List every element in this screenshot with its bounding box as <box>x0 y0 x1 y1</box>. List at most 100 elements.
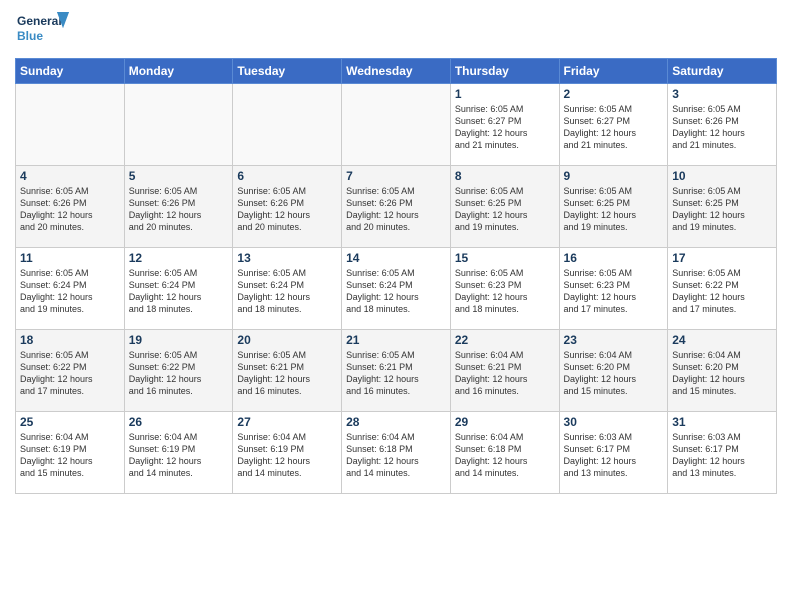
svg-text:Blue: Blue <box>17 29 43 43</box>
day-detail: Sunrise: 6:05 AM Sunset: 6:24 PM Dayligh… <box>346 267 446 316</box>
day-detail: Sunrise: 6:05 AM Sunset: 6:22 PM Dayligh… <box>672 267 772 316</box>
day-detail: Sunrise: 6:04 AM Sunset: 6:19 PM Dayligh… <box>129 431 229 480</box>
day-number: 22 <box>455 333 555 347</box>
calendar-cell: 27 Sunrise: 6:04 AM Sunset: 6:19 PM Dayli… <box>233 412 342 494</box>
calendar-cell <box>124 84 233 166</box>
day-detail: Sunrise: 6:05 AM Sunset: 6:26 PM Dayligh… <box>672 103 772 152</box>
calendar-cell: 4 Sunrise: 6:05 AM Sunset: 6:26 PM Daylig… <box>16 166 125 248</box>
svg-text:General: General <box>17 14 62 28</box>
day-detail: Sunrise: 6:05 AM Sunset: 6:22 PM Dayligh… <box>20 349 120 398</box>
calendar-cell: 20 Sunrise: 6:05 AM Sunset: 6:21 PM Dayli… <box>233 330 342 412</box>
day-detail: Sunrise: 6:05 AM Sunset: 6:24 PM Dayligh… <box>129 267 229 316</box>
day-number: 28 <box>346 415 446 429</box>
calendar-cell: 6 Sunrise: 6:05 AM Sunset: 6:26 PM Daylig… <box>233 166 342 248</box>
calendar-cell: 12 Sunrise: 6:05 AM Sunset: 6:24 PM Dayli… <box>124 248 233 330</box>
day-detail: Sunrise: 6:05 AM Sunset: 6:25 PM Dayligh… <box>564 185 664 234</box>
day-number: 18 <box>20 333 120 347</box>
day-number: 24 <box>672 333 772 347</box>
day-number: 10 <box>672 169 772 183</box>
calendar-cell: 30Sunrise: 6:03 AM Sunset: 6:17 PM Dayli… <box>559 412 668 494</box>
calendar-cell: 21 Sunrise: 6:05 AM Sunset: 6:21 PM Dayli… <box>342 330 451 412</box>
calendar-cell: 5 Sunrise: 6:05 AM Sunset: 6:26 PM Daylig… <box>124 166 233 248</box>
day-number: 4 <box>20 169 120 183</box>
calendar-cell: 3 Sunrise: 6:05 AM Sunset: 6:26 PM Daylig… <box>668 84 777 166</box>
day-number: 21 <box>346 333 446 347</box>
day-detail: Sunrise: 6:05 AM Sunset: 6:21 PM Dayligh… <box>237 349 337 398</box>
calendar-cell: 26 Sunrise: 6:04 AM Sunset: 6:19 PM Dayli… <box>124 412 233 494</box>
calendar-cell: 17Sunrise: 6:05 AM Sunset: 6:22 PM Dayli… <box>668 248 777 330</box>
calendar-cell: 9 Sunrise: 6:05 AM Sunset: 6:25 PM Daylig… <box>559 166 668 248</box>
day-detail: Sunrise: 6:05 AM Sunset: 6:26 PM Dayligh… <box>20 185 120 234</box>
calendar-cell: 24Sunrise: 6:04 AM Sunset: 6:20 PM Dayli… <box>668 330 777 412</box>
calendar-cell: 28 Sunrise: 6:04 AM Sunset: 6:18 PM Dayli… <box>342 412 451 494</box>
day-detail: Sunrise: 6:05 AM Sunset: 6:23 PM Dayligh… <box>455 267 555 316</box>
day-detail: Sunrise: 6:05 AM Sunset: 6:23 PM Dayligh… <box>564 267 664 316</box>
day-detail: Sunrise: 6:05 AM Sunset: 6:26 PM Dayligh… <box>346 185 446 234</box>
day-number: 2 <box>564 87 664 101</box>
day-number: 7 <box>346 169 446 183</box>
logo: General Blue <box>15 10 70 52</box>
day-number: 14 <box>346 251 446 265</box>
day-number: 26 <box>129 415 229 429</box>
day-number: 25 <box>20 415 120 429</box>
day-number: 19 <box>129 333 229 347</box>
calendar-cell <box>16 84 125 166</box>
day-detail: Sunrise: 6:04 AM Sunset: 6:18 PM Dayligh… <box>346 431 446 480</box>
day-number: 11 <box>20 251 120 265</box>
calendar-cell: 14 Sunrise: 6:05 AM Sunset: 6:24 PM Dayli… <box>342 248 451 330</box>
day-number: 3 <box>672 87 772 101</box>
day-detail: Sunrise: 6:05 AM Sunset: 6:26 PM Dayligh… <box>237 185 337 234</box>
calendar-cell: 1 Sunrise: 6:05 AM Sunset: 6:27 PM Daylig… <box>450 84 559 166</box>
calendar-cell: 18 Sunrise: 6:05 AM Sunset: 6:22 PM Dayli… <box>16 330 125 412</box>
day-number: 5 <box>129 169 229 183</box>
calendar-cell: 29 Sunrise: 6:04 AM Sunset: 6:18 PM Dayli… <box>450 412 559 494</box>
calendar-table: SundayMondayTuesdayWednesdayThursdayFrid… <box>15 58 777 494</box>
weekday-header-wednesday: Wednesday <box>342 59 451 84</box>
weekday-header-saturday: Saturday <box>668 59 777 84</box>
calendar-cell: 15 Sunrise: 6:05 AM Sunset: 6:23 PM Dayli… <box>450 248 559 330</box>
calendar-cell: 13 Sunrise: 6:05 AM Sunset: 6:24 PM Dayli… <box>233 248 342 330</box>
day-detail: Sunrise: 6:05 AM Sunset: 6:21 PM Dayligh… <box>346 349 446 398</box>
day-number: 27 <box>237 415 337 429</box>
day-number: 9 <box>564 169 664 183</box>
calendar-cell: 10 Sunrise: 6:05 AM Sunset: 6:25 PM Dayli… <box>668 166 777 248</box>
day-number: 31 <box>672 415 772 429</box>
day-number: 1 <box>455 87 555 101</box>
day-detail: Sunrise: 6:03 AM Sunset: 6:17 PM Dayligh… <box>672 431 772 480</box>
day-number: 20 <box>237 333 337 347</box>
calendar-cell: 7 Sunrise: 6:05 AM Sunset: 6:26 PM Daylig… <box>342 166 451 248</box>
day-detail: Sunrise: 6:05 AM Sunset: 6:22 PM Dayligh… <box>129 349 229 398</box>
calendar-cell: 31 Sunrise: 6:03 AM Sunset: 6:17 PM Dayli… <box>668 412 777 494</box>
day-detail: Sunrise: 6:05 AM Sunset: 6:25 PM Dayligh… <box>455 185 555 234</box>
day-detail: Sunrise: 6:04 AM Sunset: 6:20 PM Dayligh… <box>564 349 664 398</box>
day-number: 16 <box>564 251 664 265</box>
day-detail: Sunrise: 6:05 AM Sunset: 6:27 PM Dayligh… <box>455 103 555 152</box>
day-detail: Sunrise: 6:05 AM Sunset: 6:24 PM Dayligh… <box>237 267 337 316</box>
calendar-cell: 25Sunrise: 6:04 AM Sunset: 6:19 PM Dayli… <box>16 412 125 494</box>
calendar-cell: 19 Sunrise: 6:05 AM Sunset: 6:22 PM Dayli… <box>124 330 233 412</box>
day-number: 8 <box>455 169 555 183</box>
day-number: 6 <box>237 169 337 183</box>
day-detail: Sunrise: 6:04 AM Sunset: 6:19 PM Dayligh… <box>237 431 337 480</box>
weekday-header-monday: Monday <box>124 59 233 84</box>
day-detail: Sunrise: 6:05 AM Sunset: 6:25 PM Dayligh… <box>672 185 772 234</box>
day-number: 29 <box>455 415 555 429</box>
calendar-cell: 2Sunrise: 6:05 AM Sunset: 6:27 PM Daylig… <box>559 84 668 166</box>
day-detail: Sunrise: 6:03 AM Sunset: 6:17 PM Dayligh… <box>564 431 664 480</box>
calendar-cell <box>342 84 451 166</box>
day-detail: Sunrise: 6:05 AM Sunset: 6:26 PM Dayligh… <box>129 185 229 234</box>
day-number: 12 <box>129 251 229 265</box>
calendar-cell: 22 Sunrise: 6:04 AM Sunset: 6:21 PM Dayli… <box>450 330 559 412</box>
day-number: 23 <box>564 333 664 347</box>
day-detail: Sunrise: 6:04 AM Sunset: 6:21 PM Dayligh… <box>455 349 555 398</box>
weekday-header-friday: Friday <box>559 59 668 84</box>
day-detail: Sunrise: 6:04 AM Sunset: 6:18 PM Dayligh… <box>455 431 555 480</box>
weekday-header-tuesday: Tuesday <box>233 59 342 84</box>
calendar-cell: 23 Sunrise: 6:04 AM Sunset: 6:20 PM Dayli… <box>559 330 668 412</box>
weekday-header-sunday: Sunday <box>16 59 125 84</box>
day-number: 13 <box>237 251 337 265</box>
day-detail: Sunrise: 6:05 AM Sunset: 6:24 PM Dayligh… <box>20 267 120 316</box>
day-number: 15 <box>455 251 555 265</box>
calendar-cell: 11 Sunrise: 6:05 AM Sunset: 6:24 PM Dayli… <box>16 248 125 330</box>
calendar-cell: 16 Sunrise: 6:05 AM Sunset: 6:23 PM Dayli… <box>559 248 668 330</box>
